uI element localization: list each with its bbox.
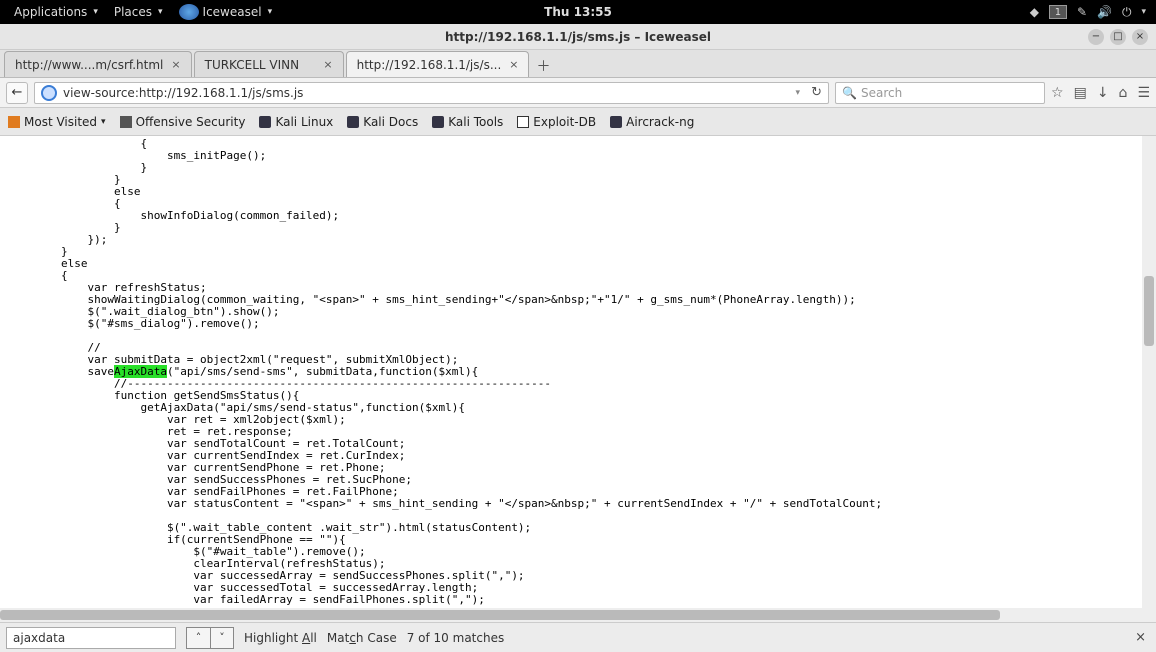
url-field[interactable]: view-source:http://192.168.1.1/js/sms.js… bbox=[34, 82, 829, 104]
home-icon[interactable]: ⌂ bbox=[1119, 85, 1128, 101]
vertical-scrollbar[interactable] bbox=[1142, 136, 1156, 622]
find-status: 7 of 10 matches bbox=[407, 631, 505, 645]
workspace-indicator[interactable]: 1 bbox=[1049, 5, 1067, 19]
search-icon: 🔍 bbox=[842, 86, 857, 100]
tab-close-button[interactable]: × bbox=[323, 58, 332, 71]
menu-icon[interactable]: ☰ bbox=[1137, 85, 1150, 101]
back-button[interactable]: ← bbox=[6, 82, 28, 104]
find-next-button[interactable]: ˅ bbox=[210, 627, 234, 649]
panel-dropdown-icon[interactable]: ▾ bbox=[1141, 7, 1146, 17]
tab-close-button[interactable]: × bbox=[509, 58, 518, 71]
kali-icon bbox=[432, 116, 444, 128]
kali-icon bbox=[259, 116, 271, 128]
bm-kali-docs[interactable]: Kali Docs bbox=[347, 115, 418, 129]
tab-turkcell[interactable]: TURKCELL VINN × bbox=[194, 51, 344, 77]
reload-button[interactable]: ↻ bbox=[811, 85, 822, 100]
tab-label: http://www....m/csrf.html bbox=[15, 58, 163, 72]
horizontal-scrollbar[interactable] bbox=[0, 608, 1142, 622]
bm-kali-linux[interactable]: Kali Linux bbox=[259, 115, 333, 129]
power-icon[interactable]: ⏻ bbox=[1122, 5, 1132, 20]
exploit-db-icon bbox=[517, 116, 529, 128]
find-bar: ajaxdata ˄ ˅ Highlight All Match Case 7 … bbox=[0, 622, 1156, 652]
top-panel: Applications Places Iceweasel Thu 13:55 … bbox=[0, 0, 1156, 24]
aircrack-icon bbox=[610, 116, 622, 128]
find-input[interactable]: ajaxdata bbox=[6, 627, 176, 649]
url-text: view-source:http://192.168.1.1/js/sms.js bbox=[63, 86, 303, 100]
tab-label: TURKCELL VINN bbox=[205, 58, 300, 72]
bookmark-icon bbox=[120, 116, 132, 128]
browser-taskbar-item[interactable]: Iceweasel bbox=[171, 0, 281, 24]
kali-icon bbox=[347, 116, 359, 128]
tab-close-button[interactable]: × bbox=[171, 58, 180, 71]
bm-aircrack[interactable]: Aircrack-ng bbox=[610, 115, 694, 129]
tab-csrf[interactable]: http://www....m/csrf.html × bbox=[4, 51, 192, 77]
site-identity-icon bbox=[41, 85, 57, 101]
feed-icon bbox=[8, 116, 20, 128]
panel-indicator-icon[interactable]: ◆ bbox=[1030, 5, 1039, 19]
bm-kali-tools[interactable]: Kali Tools bbox=[432, 115, 503, 129]
source-code[interactable]: { sms_initPage(); } } else { showInfoDia… bbox=[0, 136, 1156, 622]
navigation-bar: ← view-source:http://192.168.1.1/js/sms.… bbox=[0, 78, 1156, 108]
reading-list-icon[interactable]: ▤ bbox=[1074, 85, 1087, 101]
scrollbar-thumb[interactable] bbox=[1144, 276, 1154, 346]
bm-most-visited[interactable]: Most Visited ▾ bbox=[8, 115, 106, 129]
search-highlight: AjaxData bbox=[114, 365, 167, 378]
window-close-button[interactable]: × bbox=[1132, 29, 1148, 45]
bookmark-star-icon[interactable]: ☆ bbox=[1051, 85, 1064, 101]
tab-bar: http://www....m/csrf.html × TURKCELL VIN… bbox=[0, 50, 1156, 78]
search-placeholder: Search bbox=[861, 86, 902, 100]
iceweasel-icon bbox=[179, 4, 199, 20]
match-case-toggle[interactable]: Match Case bbox=[327, 631, 397, 645]
find-prev-button[interactable]: ˄ bbox=[186, 627, 210, 649]
search-field[interactable]: 🔍 Search bbox=[835, 82, 1045, 104]
window-title: http://192.168.1.1/js/sms.js – Iceweasel bbox=[445, 30, 711, 44]
tab-smsjs[interactable]: http://192.168.1.1/js/s... × bbox=[346, 51, 530, 77]
window-titlebar: http://192.168.1.1/js/sms.js – Iceweasel… bbox=[0, 24, 1156, 50]
window-maximize-button[interactable]: □ bbox=[1110, 29, 1126, 45]
tab-label: http://192.168.1.1/js/s... bbox=[357, 58, 502, 72]
highlight-all-toggle[interactable]: Highlight All bbox=[244, 631, 317, 645]
url-dropdown-icon[interactable]: ▾ bbox=[795, 88, 800, 98]
applications-menu[interactable]: Applications bbox=[6, 0, 106, 24]
bm-exploit-db[interactable]: Exploit-DB bbox=[517, 115, 596, 129]
places-menu[interactable]: Places bbox=[106, 0, 171, 24]
tools-icon[interactable]: ✎ bbox=[1077, 5, 1087, 19]
volume-icon[interactable]: 🔊 bbox=[1097, 5, 1112, 19]
window-minimize-button[interactable]: − bbox=[1088, 29, 1104, 45]
panel-clock[interactable]: Thu 13:55 bbox=[544, 5, 612, 19]
scrollbar-thumb[interactable] bbox=[0, 610, 1000, 620]
downloads-icon[interactable]: ↓ bbox=[1097, 85, 1109, 101]
source-viewport: { sms_initPage(); } } else { showInfoDia… bbox=[0, 136, 1156, 622]
bookmarks-bar: Most Visited ▾ Offensive Security Kali L… bbox=[0, 108, 1156, 136]
bm-offensive-security[interactable]: Offensive Security bbox=[120, 115, 246, 129]
new-tab-button[interactable]: ＋ bbox=[531, 55, 555, 77]
find-close-button[interactable]: × bbox=[1135, 630, 1146, 645]
